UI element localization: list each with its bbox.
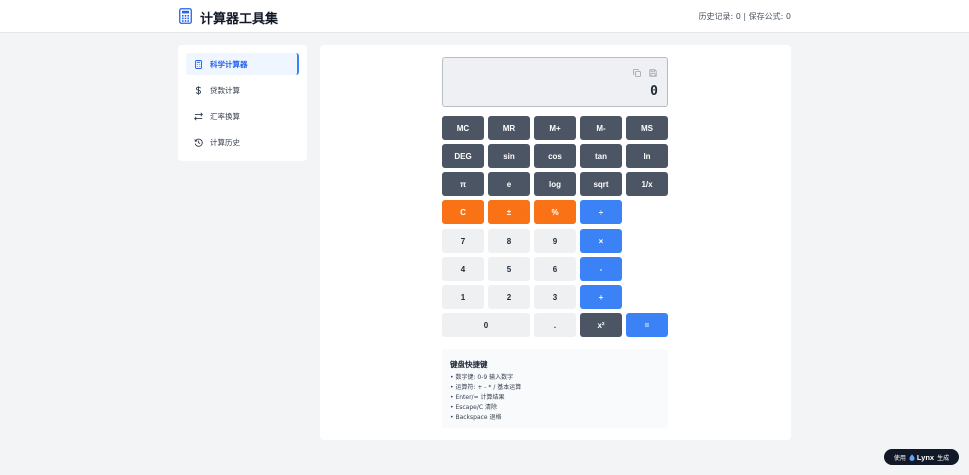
keyboard-shortcuts-panel: 键盘快捷键 • 数字键: 0-9 输入数字 • 运算符: + - * / 基本运… [442, 349, 668, 428]
digit-1-button[interactable]: 1 [442, 285, 484, 309]
memory-store-button[interactable]: MS [626, 116, 668, 140]
shortcut-line: • Escape/C 清除 [450, 404, 497, 411]
app-header: 计算器工具集 历史记录: 0 | 保存公式: 0 [0, 0, 969, 33]
pi-button[interactable]: π [442, 172, 484, 196]
square-button[interactable]: x² [580, 313, 622, 337]
calculator-icon [179, 8, 192, 24]
plus-button[interactable]: + [580, 285, 622, 309]
clear-button[interactable]: C [442, 200, 484, 224]
save-icon[interactable] [649, 69, 657, 77]
sidebar-nav: 科学计算器 贷款计算 汇率换算 计算历史 [178, 45, 307, 161]
memory-add-button[interactable]: M+ [534, 116, 576, 140]
sidebar-item-exchange[interactable]: 汇率换算 [186, 105, 299, 127]
euler-button[interactable]: e [488, 172, 530, 196]
badge-brand: Lynx [916, 452, 935, 462]
digit-0-button[interactable]: 0 [442, 313, 530, 337]
digit-4-button[interactable]: 4 [442, 257, 484, 281]
multiply-button[interactable]: × [580, 229, 622, 253]
digit-6-button[interactable]: 6 [534, 257, 576, 281]
badge-suffix: 生成 [937, 454, 950, 462]
shortcut-line: • 数字键: 0-9 输入数字 [450, 374, 514, 381]
shortcuts-title: 键盘快捷键 [450, 360, 488, 369]
sidebar-item-label: 计算历史 [210, 137, 240, 147]
digit-7-button[interactable]: 7 [442, 229, 484, 253]
shortcut-line: • Enter/= 计算结果 [450, 394, 505, 401]
equals-button[interactable]: = [626, 313, 668, 337]
sidebar-item-history[interactable]: 计算历史 [186, 131, 299, 153]
digit-8-button[interactable]: 8 [488, 229, 530, 253]
decimal-button[interactable]: . [534, 313, 576, 337]
memory-recall-button[interactable]: MR [488, 116, 530, 140]
angle-mode-button[interactable]: DEG [442, 144, 484, 168]
copy-icon[interactable] [633, 69, 641, 77]
history-icon [194, 138, 203, 147]
sqrt-button[interactable]: sqrt [580, 172, 622, 196]
display-value: 0 [650, 84, 658, 99]
digit-5-button[interactable]: 5 [488, 257, 530, 281]
calculator-display: 0 [442, 57, 668, 107]
dollar-icon [195, 85, 202, 95]
percent-button[interactable]: % [534, 200, 576, 224]
shortcut-line: • 运算符: + - * / 基本运算 [450, 384, 522, 391]
cos-button[interactable]: cos [534, 144, 576, 168]
sidebar-item-loan[interactable]: 贷款计算 [186, 79, 299, 101]
lynx-logo-icon [909, 453, 915, 461]
history-stats: 历史记录: 0 | 保存公式: 0 [698, 12, 791, 21]
badge-prefix: 使用 [893, 454, 906, 462]
sidebar-item-label: 汇率换算 [210, 111, 240, 121]
memory-subtract-button[interactable]: M- [580, 116, 622, 140]
sidebar-item-label: 科学计算器 [210, 59, 248, 69]
made-with-lynx-badge[interactable]: 使用 Lynx 生成 [884, 449, 959, 465]
exchange-icon [194, 112, 203, 120]
ln-button[interactable]: ln [626, 144, 668, 168]
digit-3-button[interactable]: 3 [534, 285, 576, 309]
divide-button[interactable]: ÷ [580, 200, 622, 224]
digit-9-button[interactable]: 9 [534, 229, 576, 253]
sidebar-item-label: 贷款计算 [210, 85, 240, 95]
sin-button[interactable]: sin [488, 144, 530, 168]
sign-toggle-button[interactable]: ± [488, 200, 530, 224]
memory-clear-button[interactable]: MC [442, 116, 484, 140]
shortcut-line: • Backspace 退格 [450, 414, 502, 421]
tan-button[interactable]: tan [580, 144, 622, 168]
app-title: 计算器工具集 [200, 12, 279, 27]
log-button[interactable]: log [534, 172, 576, 196]
minus-button[interactable]: - [580, 257, 622, 281]
sidebar-item-scientific-calculator[interactable]: 科学计算器 [186, 53, 299, 75]
calculator-icon [195, 59, 202, 69]
digit-2-button[interactable]: 2 [488, 285, 530, 309]
reciprocal-button[interactable]: 1/x [626, 172, 668, 196]
